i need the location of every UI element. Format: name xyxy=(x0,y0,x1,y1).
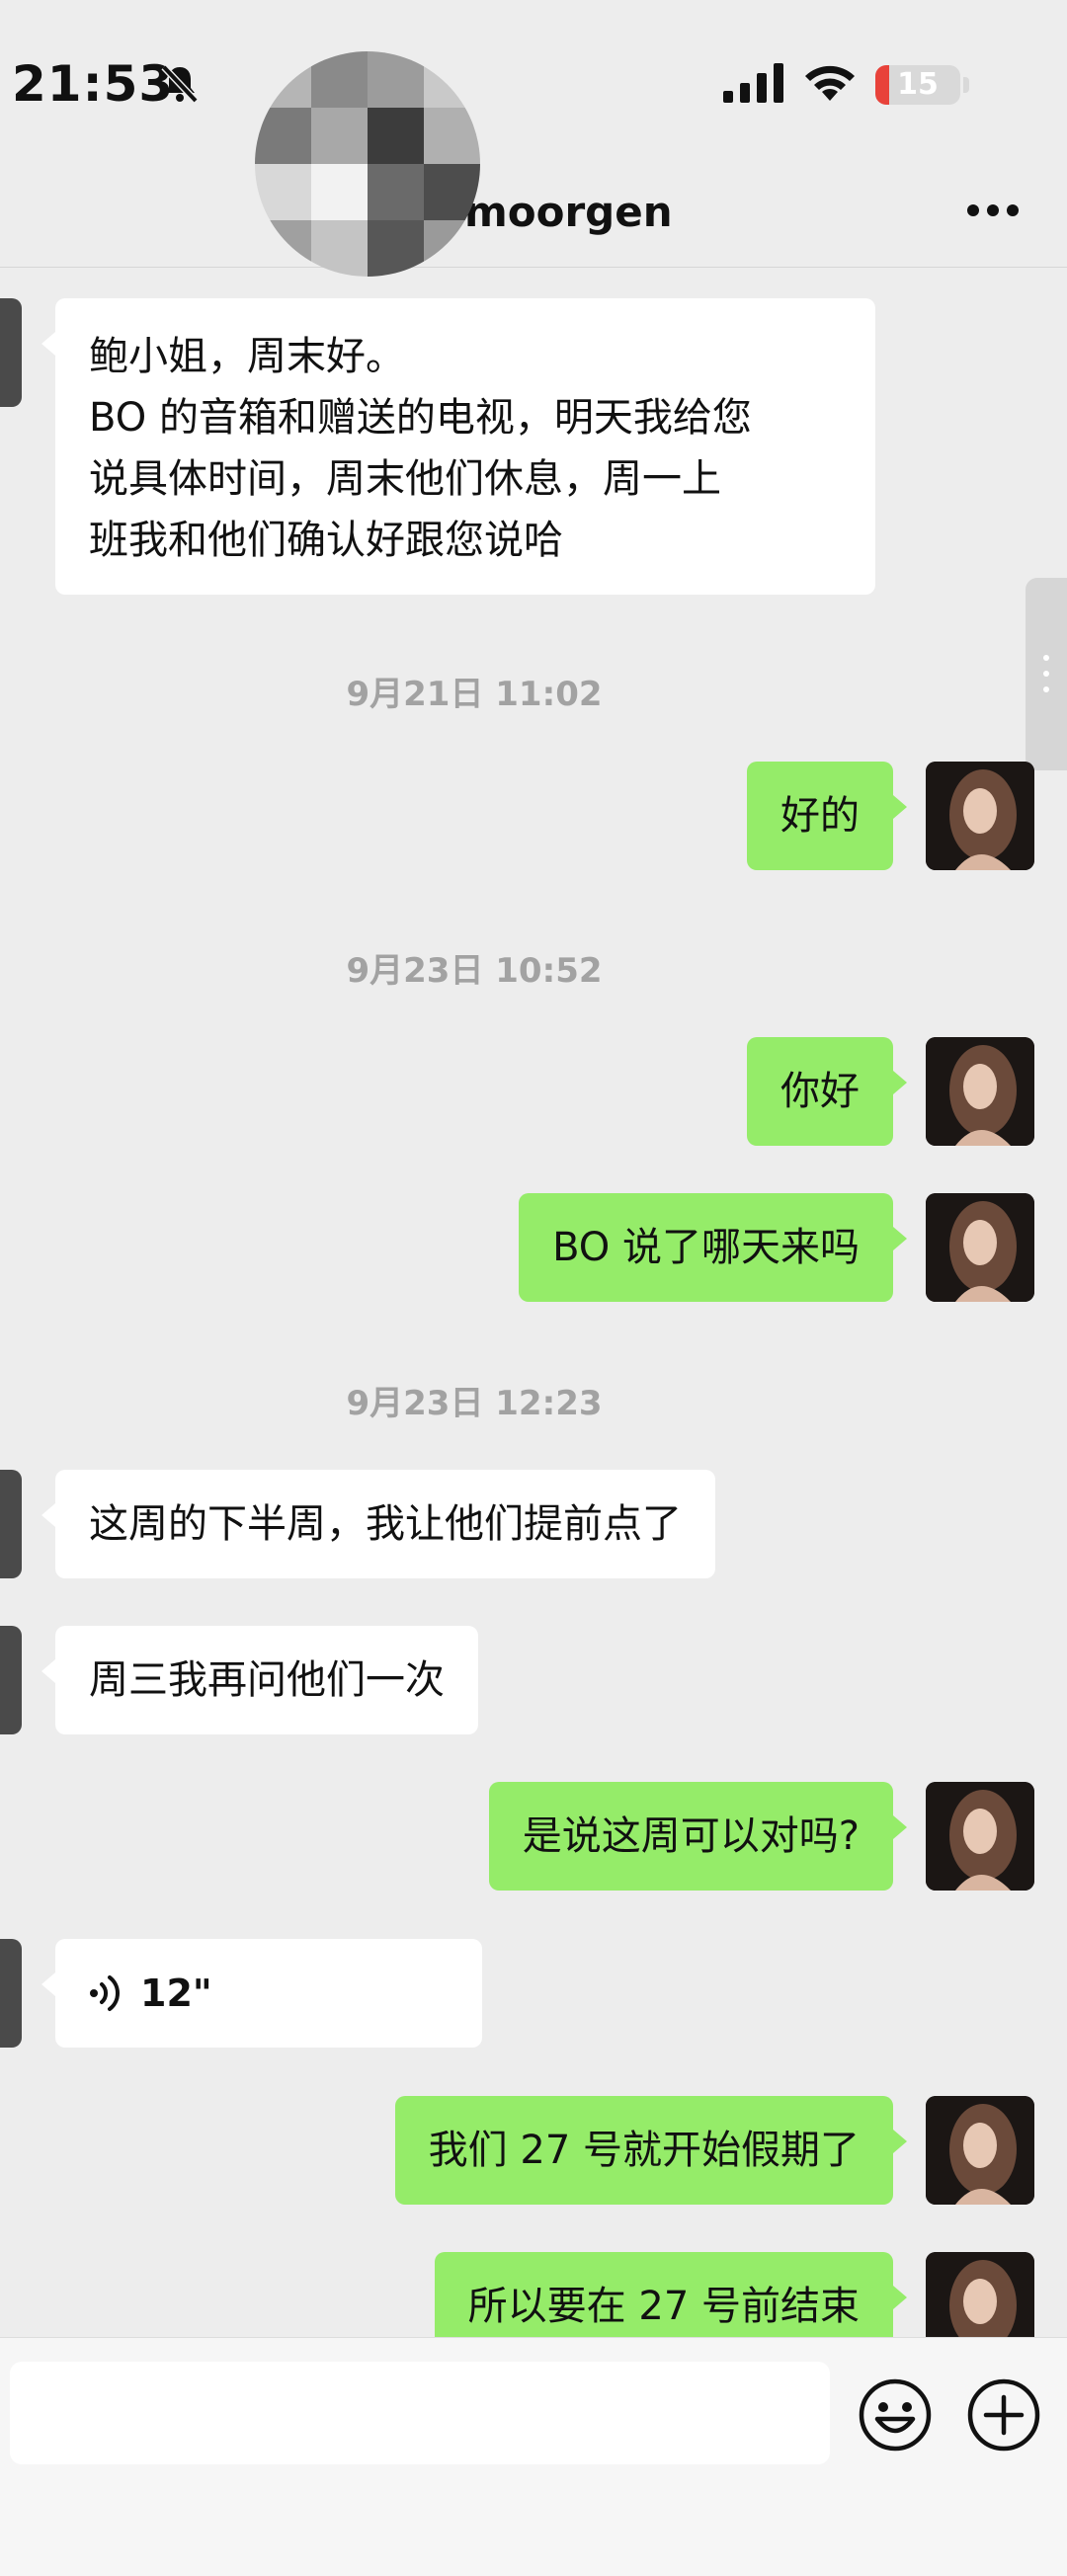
my-avatar[interactable] xyxy=(926,762,1034,870)
message-text: 周三我再问他们一次 xyxy=(89,1657,445,1703)
battery-indicator: 15 xyxy=(875,65,960,105)
message-bubble-incoming[interactable]: 鲍小姐，周末好。 BO 的音箱和赠送的电视，明天我给您 说具体时间，周末他们休息… xyxy=(41,298,875,595)
message-text: 你好 xyxy=(780,1069,860,1114)
timestamp: 9月21日 11:02 xyxy=(346,675,603,714)
message-line: 鲍小姐，周末好。 xyxy=(89,334,405,379)
contact-name[interactable]: moorgen xyxy=(464,188,673,236)
timestamp: 9月23日 10:52 xyxy=(346,951,603,991)
voice-message-bubble[interactable]: 12" xyxy=(41,1939,482,2048)
my-avatar[interactable] xyxy=(926,2096,1034,2205)
more-icon[interactable] xyxy=(966,203,1020,217)
message-bubble-outgoing[interactable]: 你好 xyxy=(747,1037,907,1146)
message-text: 好的 xyxy=(780,793,860,839)
message-bubble-outgoing[interactable]: 好的 xyxy=(747,762,907,870)
message-line: 说具体时间，周末他们休息，周一上 xyxy=(89,456,721,502)
message-text: 这周的下半周，我让他们提前点了 xyxy=(89,1501,682,1547)
my-avatar[interactable] xyxy=(926,1193,1034,1302)
contact-avatar[interactable] xyxy=(0,1470,22,1578)
input-bar xyxy=(0,2337,1067,2576)
status-time: 21:53 xyxy=(12,55,175,113)
message-text: 是说这周可以对吗? xyxy=(522,1813,860,1859)
contact-avatar[interactable] xyxy=(0,1626,22,1734)
message-input[interactable] xyxy=(10,2362,830,2464)
signal-icon xyxy=(723,63,783,103)
message-text: 我们 27 号就开始假期了 xyxy=(428,2128,860,2173)
plus-icon[interactable] xyxy=(966,2377,1041,2453)
voice-icon xyxy=(90,1975,120,2011)
bell-slash-icon xyxy=(161,64,199,104)
message-line: 班我和他们确认好跟您说哈 xyxy=(89,518,563,563)
chat-header: moorgen xyxy=(0,168,1067,268)
contact-avatar[interactable] xyxy=(0,1939,22,2048)
battery-percent: 15 xyxy=(897,67,939,102)
message-text: BO 说了哪天来吗 xyxy=(552,1225,860,1270)
voice-duration: 12" xyxy=(140,1972,212,2015)
message-bubble-incoming[interactable]: 周三我再问他们一次 xyxy=(41,1626,478,1734)
message-bubble-outgoing[interactable]: 是说这周可以对吗? xyxy=(488,1782,908,1891)
timestamp: 9月23日 12:23 xyxy=(346,1384,603,1423)
my-avatar[interactable] xyxy=(926,1782,1034,1891)
message-line: BO 的音箱和赠送的电视，明天我给您 xyxy=(89,395,752,441)
my-avatar[interactable] xyxy=(926,1037,1034,1146)
message-bubble-outgoing[interactable]: 我们 27 号就开始假期了 xyxy=(394,2096,908,2205)
message-bubble-outgoing[interactable]: BO 说了哪天来吗 xyxy=(519,1193,907,1302)
wifi-icon xyxy=(805,65,855,101)
message-text: 所以要在 27 号前结束 xyxy=(467,2284,860,2329)
emoji-icon[interactable] xyxy=(858,2377,933,2453)
status-bar: 21:53 15 xyxy=(0,0,1067,168)
battery-tip xyxy=(963,77,969,93)
contact-avatar-blurred[interactable] xyxy=(255,51,480,277)
contact-avatar[interactable] xyxy=(0,298,22,407)
side-drawer-handle[interactable] xyxy=(1026,578,1067,770)
message-bubble-incoming[interactable]: 这周的下半周，我让他们提前点了 xyxy=(41,1470,715,1578)
